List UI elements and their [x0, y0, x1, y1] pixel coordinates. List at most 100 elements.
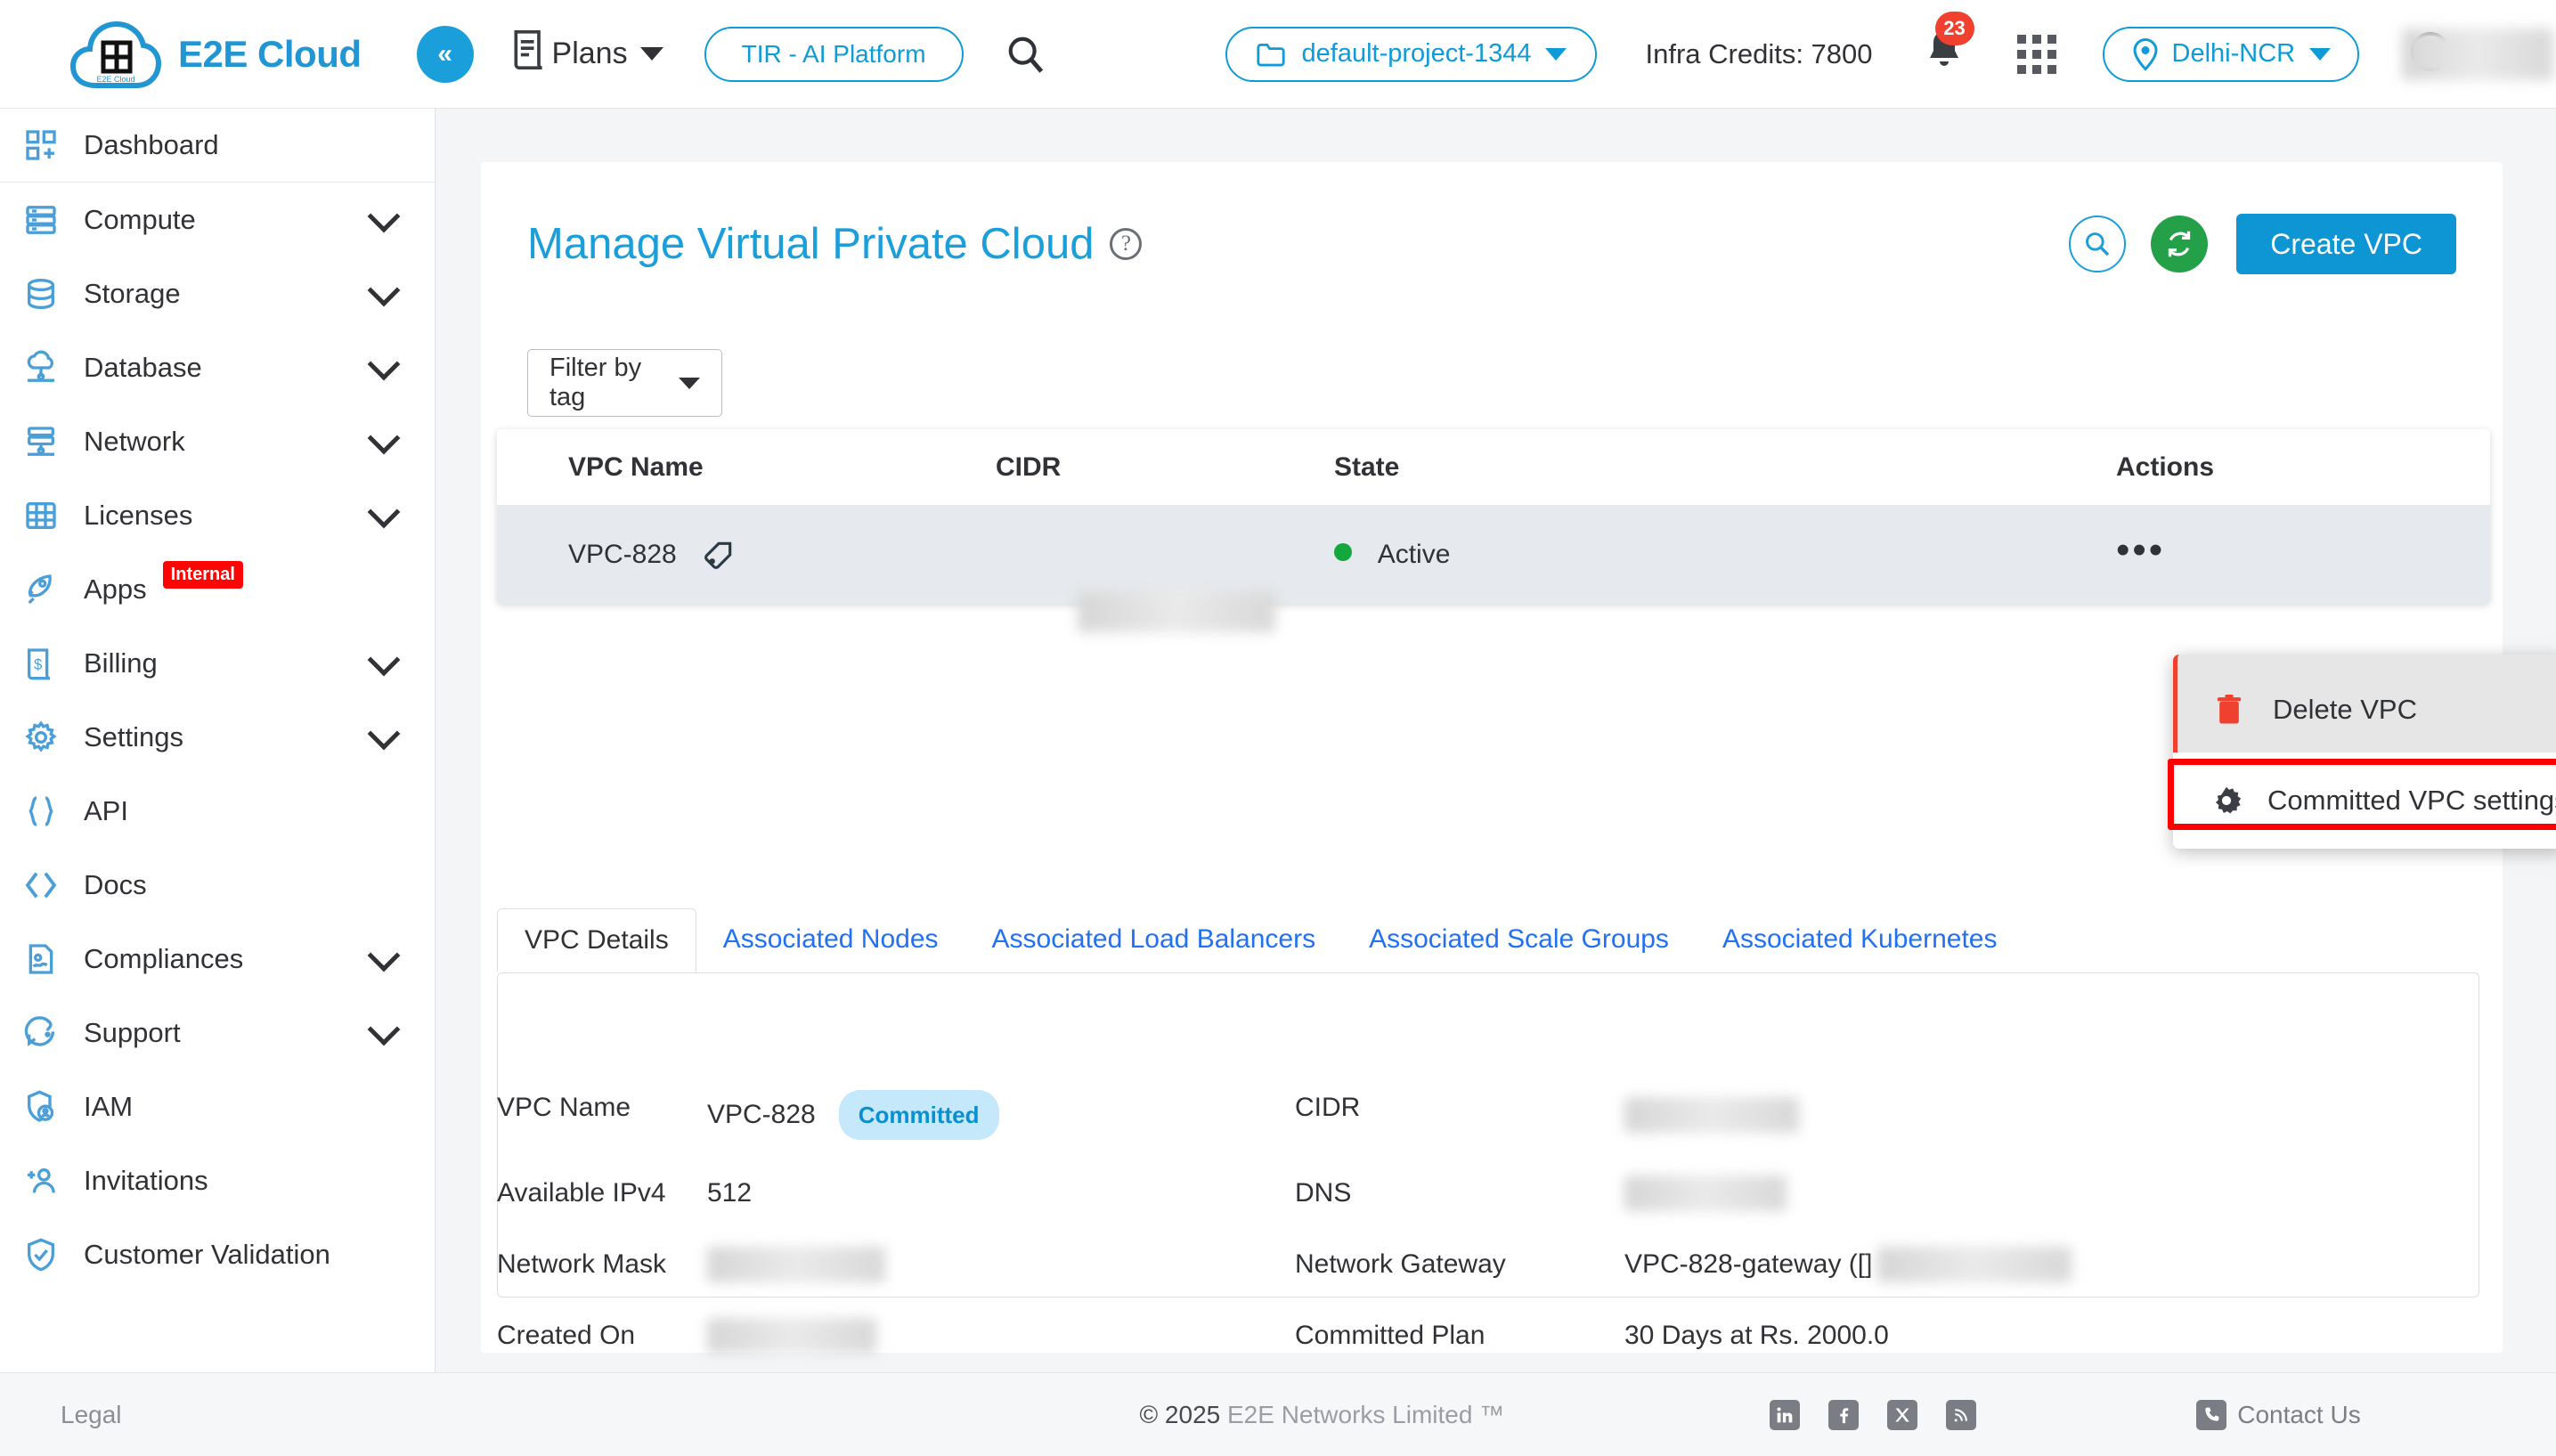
- detail-label-network-gateway: Network Gateway: [1295, 1249, 1506, 1279]
- vpc-actions-dropdown: Delete VPC Committed VPC settings: [2173, 655, 2556, 849]
- license-grid-icon: [20, 494, 62, 537]
- sidebar-item-billing[interactable]: $ Billing: [0, 626, 435, 700]
- footer-legal-link[interactable]: Legal: [61, 1401, 122, 1429]
- filter-by-tag-select[interactable]: Filter by tag: [527, 349, 722, 417]
- sidebar-item-api[interactable]: API: [0, 774, 435, 848]
- sidebar-item-dashboard[interactable]: Dashboard: [0, 109, 435, 183]
- detail-value-network-gateway: VPC-828-gateway ([]: [1624, 1229, 2463, 1300]
- tab-associated-scale-groups[interactable]: Associated Scale Groups: [1342, 907, 1696, 972]
- sidebar-item-docs[interactable]: Docs: [0, 848, 435, 922]
- shield-user-icon: [20, 1086, 62, 1128]
- sidebar-item-label: Customer Validation: [84, 1238, 330, 1270]
- sidebar-item-label: Storage: [84, 277, 181, 309]
- chevron-down-icon: [639, 47, 663, 61]
- rocket-icon: [20, 568, 62, 611]
- tir-ai-platform-button[interactable]: TIR - AI Platform: [704, 26, 964, 82]
- apps-grid-icon[interactable]: [2016, 34, 2056, 74]
- tag-icon[interactable]: [702, 538, 736, 572]
- project-selector[interactable]: default-project-1344: [1225, 26, 1598, 82]
- chevron-down-icon: [2309, 47, 2332, 61]
- search-vpc-button[interactable]: [2069, 216, 2127, 272]
- sidebar-item-settings[interactable]: Settings: [0, 700, 435, 774]
- support-chat-icon: [20, 1012, 62, 1054]
- column-header-actions: Actions: [2116, 451, 2215, 482]
- sidebar-item-apps[interactable]: Apps Internal: [0, 552, 435, 626]
- sidebar-item-iam[interactable]: IAM: [0, 1070, 435, 1143]
- infra-credits: Infra Credits: 7800: [1645, 37, 1873, 69]
- menu-item-committed-vpc-settings[interactable]: Committed VPC settings: [2173, 752, 2556, 849]
- gear-icon: [20, 716, 62, 759]
- vpc-details-grid: VPC Name VPC-828 Committed CIDR Availabl…: [481, 1072, 2463, 1372]
- sidebar-item-label: IAM: [84, 1090, 134, 1122]
- refresh-button[interactable]: [2151, 216, 2209, 272]
- redacted-created-on: [707, 1318, 876, 1354]
- global-search-icon[interactable]: [1001, 29, 1051, 79]
- footer-copyright-company: E2E Networks Limited ™: [1227, 1400, 1505, 1428]
- more-options-icon[interactable]: •••: [2116, 528, 2165, 572]
- cell-state: Active: [1334, 540, 1868, 570]
- sidebar-item-network[interactable]: Network: [0, 404, 435, 478]
- sidebar-item-invitations[interactable]: Invitations: [0, 1143, 435, 1217]
- sidebar-collapse-button[interactable]: «: [416, 25, 474, 83]
- help-question-icon[interactable]: ?: [1110, 228, 1143, 260]
- facebook-icon[interactable]: [1828, 1399, 1860, 1430]
- sidebar-item-customer-validation[interactable]: Customer Validation: [0, 1217, 435, 1291]
- sidebar-item-label: Docs: [84, 868, 147, 900]
- detail-label-committed-plan: Committed Plan: [1295, 1321, 1486, 1350]
- project-label: default-project-1344: [1301, 39, 1532, 68]
- e2e-cloud-logo-icon: E2E Cloud: [69, 20, 162, 89]
- trash-icon: [2210, 693, 2248, 727]
- committed-chip: Committed: [838, 1090, 999, 1140]
- sidebar-item-licenses[interactable]: Licenses: [0, 478, 435, 552]
- x-twitter-icon[interactable]: [1887, 1399, 1918, 1430]
- chevron-down-icon: [1545, 47, 1567, 61]
- menu-item-delete-vpc[interactable]: Delete VPC: [2173, 655, 2556, 752]
- brand-name: E2E Cloud: [178, 32, 362, 75]
- brand-logo[interactable]: E2E Cloud E2E Cloud: [69, 20, 362, 89]
- sidebar-item-label: Dashboard: [84, 129, 219, 160]
- chevron-down-icon: [367, 1013, 401, 1045]
- table-row[interactable]: VPC-828 Active •••: [497, 505, 2490, 604]
- notification-count-badge: 23: [1934, 12, 1974, 45]
- braces-icon: [20, 790, 62, 833]
- status-dot: [1334, 542, 1352, 561]
- sidebar-item-label: Compliances: [84, 942, 244, 974]
- cloud-database-icon: [20, 346, 62, 389]
- internal-badge: Internal: [162, 561, 243, 589]
- sidebar-item-label: Invitations: [84, 1164, 208, 1196]
- tab-vpc-details[interactable]: VPC Details: [497, 908, 696, 972]
- notifications-button[interactable]: 23: [1923, 12, 1974, 80]
- location-pin-icon: [2131, 37, 2160, 70]
- grid-dot: [2016, 64, 2026, 74]
- cell-vpc-name: VPC-828: [497, 538, 996, 572]
- region-selector[interactable]: Delhi-NCR: [2102, 26, 2360, 82]
- tab-associated-nodes[interactable]: Associated Nodes: [696, 907, 965, 972]
- footer-contact-us[interactable]: Contact Us: [2196, 1399, 2361, 1430]
- grid-dot: [2016, 34, 2026, 44]
- cell-actions: •••: [1868, 530, 2490, 570]
- server-icon: [20, 199, 62, 241]
- network-icon: [20, 420, 62, 463]
- sidebar-item-compliances[interactable]: Compliances: [0, 922, 435, 996]
- tab-associated-load-balancers[interactable]: Associated Load Balancers: [965, 907, 1343, 972]
- rss-icon[interactable]: [1946, 1399, 1977, 1430]
- detail-label-cidr: CIDR: [1295, 1093, 1361, 1122]
- detail-label-dns: DNS: [1295, 1178, 1352, 1208]
- sidebar-item-storage[interactable]: Storage: [0, 256, 435, 330]
- sidebar-item-label: Network: [84, 425, 185, 457]
- column-header-vpc-name: VPC Name: [568, 451, 704, 482]
- grid-dot: [2047, 49, 2056, 59]
- sidebar-item-label: Apps: [84, 573, 147, 605]
- create-vpc-button[interactable]: Create VPC: [2236, 214, 2456, 274]
- sidebar-item-database[interactable]: Database: [0, 330, 435, 404]
- detail-label-available-ipv4: Available IPv4: [497, 1178, 666, 1208]
- sidebar-item-support[interactable]: Support: [0, 996, 435, 1070]
- linkedin-icon[interactable]: [1770, 1399, 1801, 1430]
- plans-menu[interactable]: Plans: [509, 28, 663, 79]
- tab-associated-kubernetes[interactable]: Associated Kubernetes: [1696, 907, 2024, 972]
- sidebar-item-label: API: [84, 794, 128, 826]
- sidebar-item-compute[interactable]: Compute: [0, 183, 435, 256]
- chevron-down-icon: [367, 717, 401, 750]
- detail-value-network-mask: [707, 1229, 1295, 1300]
- contact-us-label: Contact Us: [2237, 1400, 2361, 1428]
